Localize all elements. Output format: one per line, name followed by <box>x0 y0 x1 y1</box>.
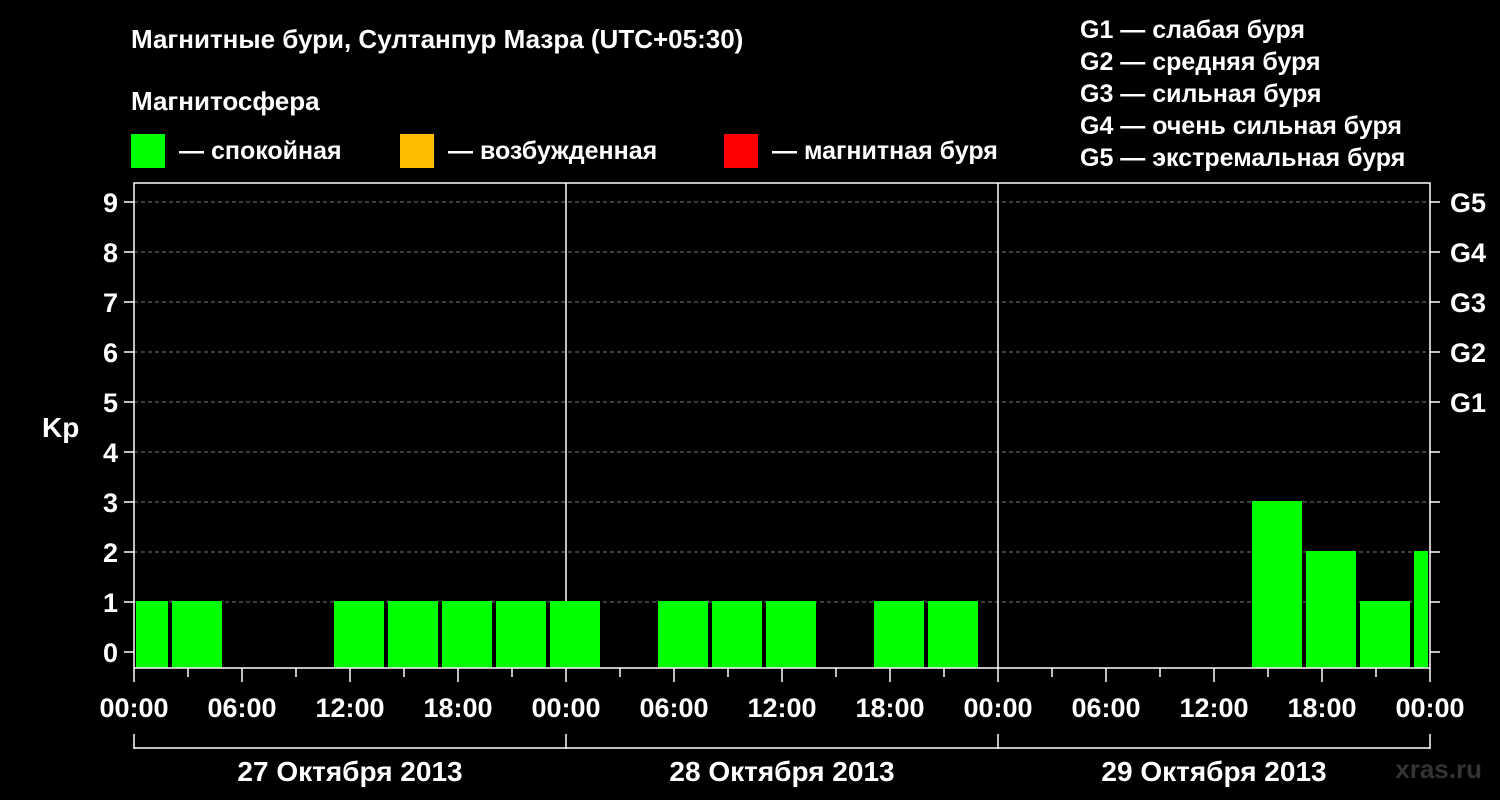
bar-22 <box>1306 551 1356 668</box>
right-axis-label-g5: G5 <box>1450 188 1486 218</box>
x-tick-label-0: 00:00 <box>99 693 168 723</box>
bar-15 <box>928 601 978 668</box>
plot-frame <box>133 182 1431 669</box>
y-tick-label-5: 5 <box>103 388 118 418</box>
bar-4 <box>334 601 384 668</box>
y-tick-label-9: 9 <box>103 188 118 218</box>
y-tick-label-8: 8 <box>103 238 118 268</box>
right-axis-label-g2: G2 <box>1450 338 1486 368</box>
y-tick-label-1: 1 <box>103 588 118 618</box>
y-tick-label-7: 7 <box>103 288 118 318</box>
watermark: xras.ru <box>1395 754 1482 784</box>
x-tick-label-4: 00:00 <box>531 693 600 723</box>
day-label-0: 27 Октября 2013 <box>237 756 462 787</box>
day-label-1: 28 Октября 2013 <box>669 756 894 787</box>
x-tick-label-8: 00:00 <box>963 693 1032 723</box>
bar-23 <box>1360 601 1410 668</box>
bar-7 <box>496 601 546 668</box>
right-axis-label-g3: G3 <box>1450 288 1486 318</box>
x-tick-label-10: 12:00 <box>1179 693 1248 723</box>
x-tick-label-7: 18:00 <box>855 693 924 723</box>
right-axis-label-g4: G4 <box>1450 238 1486 268</box>
bar-1 <box>172 601 222 668</box>
kp-chart: 0 1 2 3 4 5 6 7 8 9 G1 G2 G3 G4 G5 00:00 06:00 12:00 18:00… <box>99 182 1486 787</box>
x-tick-label-12: 00:00 <box>1395 693 1464 723</box>
y-tick-label-3: 3 <box>103 488 118 518</box>
x-tick-label-5: 06:00 <box>639 693 708 723</box>
x-tick-label-6: 12:00 <box>747 693 816 723</box>
y-tick-label-0: 0 <box>103 638 118 668</box>
bar-0 <box>136 601 168 668</box>
bar-10 <box>658 601 708 668</box>
bar-14 <box>874 601 924 668</box>
bar-5 <box>388 601 438 668</box>
x-tick-label-11: 18:00 <box>1287 693 1356 723</box>
x-tick-label-1: 06:00 <box>207 693 276 723</box>
y-tick-label-4: 4 <box>103 438 118 468</box>
y-tick-label-2: 2 <box>103 538 118 568</box>
x-tick-label-9: 06:00 <box>1071 693 1140 723</box>
x-tick-label-2: 12:00 <box>315 693 384 723</box>
y-tick-label-6: 6 <box>103 338 118 368</box>
bar-12 <box>766 601 816 668</box>
x-tick-label-3: 18:00 <box>423 693 492 723</box>
day-label-2: 29 Октября 2013 <box>1101 756 1326 787</box>
right-axis-label-g1: G1 <box>1450 388 1486 418</box>
bar-11 <box>712 601 762 668</box>
bar-21 <box>1252 501 1302 668</box>
bar-24 <box>1414 551 1428 668</box>
bar-8 <box>550 601 600 668</box>
bar-6 <box>442 601 492 668</box>
